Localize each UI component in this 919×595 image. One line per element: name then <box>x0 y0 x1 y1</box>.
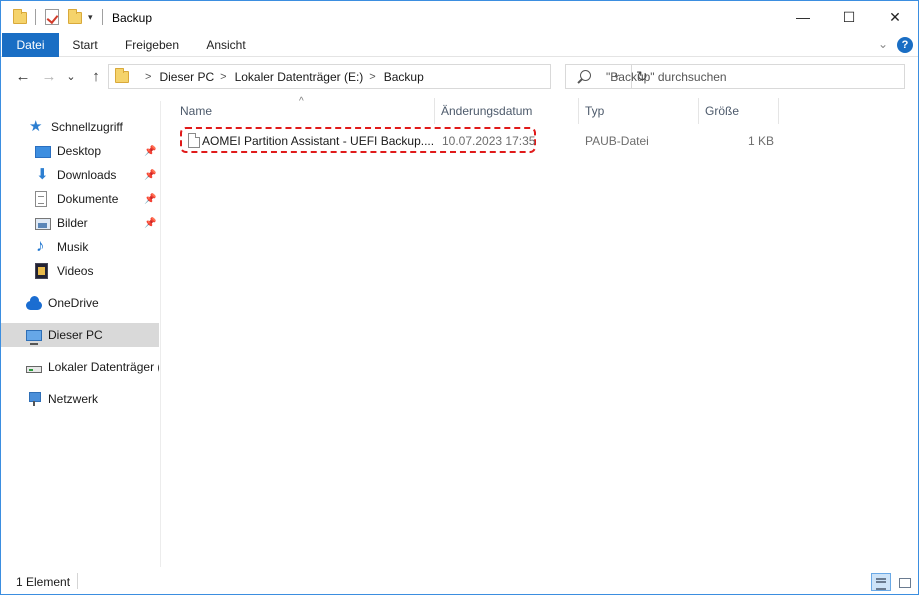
recent-locations-button[interactable]: ⌄ <box>62 65 80 89</box>
tab-start[interactable]: Start <box>63 33 107 57</box>
breadcrumb-backup[interactable]: Backup <box>384 70 424 84</box>
sidebar-item-downloads[interactable]: Downloads 📌 <box>1 163 159 187</box>
sort-ascending-icon: ^ <box>299 96 304 107</box>
column-header-type[interactable]: Typ <box>585 104 604 122</box>
folder-icon <box>115 67 129 83</box>
sidebar-item-label: Dokumente <box>57 192 119 206</box>
star-icon <box>29 117 45 135</box>
pin-icon: 📌 <box>144 145 157 157</box>
sidebar-item-label: Downloads <box>57 168 117 182</box>
pin-icon: 📌 <box>144 193 157 205</box>
cloud-icon <box>26 295 42 310</box>
sidebar-item-bilder[interactable]: Bilder 📌 <box>1 211 159 235</box>
sidebar-item-dieser-pc[interactable]: Dieser PC <box>1 323 159 347</box>
pictures-icon <box>35 217 51 230</box>
pin-icon: 📌 <box>144 217 157 229</box>
sidebar-item-onedrive[interactable]: OneDrive <box>1 291 159 315</box>
column-divider[interactable] <box>698 98 699 124</box>
sidebar-item-videos[interactable]: Videos <box>1 259 159 283</box>
address-bar[interactable]: > Dieser PC > Lokaler Datenträger (E:) >… <box>108 64 648 89</box>
forward-button[interactable]: → <box>40 65 58 89</box>
tab-ansicht[interactable]: Ansicht <box>197 33 255 57</box>
explorer-window: ▾ Backup — ☐ ✕ Datei Start Freigeben Ans… <box>0 0 919 595</box>
chevron-down-icon[interactable]: ⌄ <box>878 37 888 51</box>
breadcrumb-drive[interactable]: Lokaler Datenträger (E:) <box>235 70 364 84</box>
maximize-button[interactable]: ☐ <box>826 1 872 33</box>
document-icon <box>35 191 47 207</box>
chevron-right-icon[interactable]: > <box>369 71 375 83</box>
large-icons-view-icon[interactable] <box>894 573 914 591</box>
column-divider[interactable] <box>778 98 779 124</box>
desktop-icon <box>35 145 51 158</box>
sidebar-item-desktop[interactable]: Desktop 📌 <box>1 139 159 163</box>
search-icon <box>580 70 591 81</box>
video-icon <box>35 263 48 279</box>
chevron-right-icon[interactable]: > <box>220 71 226 83</box>
file-size: 1 KB <box>748 134 775 148</box>
column-header-name[interactable]: Name <box>180 104 212 122</box>
download-icon <box>35 165 51 183</box>
file-date: 10.07.2023 17:35 <box>442 134 536 148</box>
tab-freigeben[interactable]: Freigeben <box>115 33 189 57</box>
sidebar-item-label: Bilder <box>57 216 88 230</box>
sidebar-item-musik[interactable]: Musik <box>1 235 159 259</box>
breadcrumb-dieser-pc[interactable]: Dieser PC <box>159 70 214 84</box>
sidebar-item-label: Musik <box>57 240 89 254</box>
sidebar-item-label: OneDrive <box>48 296 99 310</box>
computer-icon <box>26 330 42 345</box>
toolbar-divider <box>35 9 36 25</box>
pin-icon: 📌 <box>144 169 157 181</box>
column-header-date[interactable]: Änderungsdatum <box>441 104 532 122</box>
help-icon[interactable]: ? <box>897 37 913 53</box>
window-title: Backup <box>112 11 153 25</box>
details-view-icon[interactable] <box>871 573 891 591</box>
music-icon <box>35 236 51 256</box>
network-icon <box>26 391 42 407</box>
tab-datei[interactable]: Datei <box>2 33 59 57</box>
sidebar-item-label: Schnellzugriff <box>51 120 123 134</box>
search-placeholder: "Backup" durchsuchen <box>606 70 727 84</box>
column-header-size[interactable]: Größe <box>705 104 739 122</box>
column-divider[interactable] <box>578 98 579 124</box>
new-folder-icon[interactable] <box>68 9 82 27</box>
sidebar-item-netzwerk[interactable]: Netzwerk <box>1 387 159 411</box>
sidebar-item-label: Dieser PC <box>48 328 103 342</box>
status-bar: 1 Element <box>1 567 918 594</box>
sidebar-item-schnellzugriff[interactable]: Schnellzugriff <box>1 115 159 139</box>
chevron-right-icon[interactable]: > <box>145 71 151 83</box>
drive-icon <box>26 366 42 373</box>
properties-icon[interactable] <box>45 9 59 25</box>
navigation-pane: Schnellzugriff Desktop 📌 Downloads 📌 Dok… <box>1 101 161 567</box>
title-bar: ▾ Backup — ☐ ✕ <box>1 1 918 33</box>
folder-icon <box>13 9 27 27</box>
sidebar-item-label: Videos <box>57 264 94 278</box>
column-divider[interactable] <box>434 98 435 124</box>
file-type: PAUB-Datei <box>585 134 649 148</box>
item-count: 1 Element <box>16 575 71 589</box>
close-button[interactable]: ✕ <box>872 1 918 33</box>
toolbar-divider <box>102 9 103 25</box>
sidebar-item-dokumente[interactable]: Dokumente 📌 <box>1 187 159 211</box>
up-button[interactable]: ↑ <box>87 65 105 89</box>
sidebar-item-label: Lokaler Datenträger ( <box>48 360 159 374</box>
minimize-button[interactable]: — <box>780 1 826 33</box>
status-divider <box>77 573 78 589</box>
search-input[interactable]: "Backup" durchsuchen <box>565 64 905 89</box>
file-name[interactable]: AOMEI Partition Assistant - UEFI Backup.… <box>202 134 434 148</box>
file-icon <box>188 133 200 148</box>
sidebar-item-label: Netzwerk <box>48 392 99 406</box>
customize-quick-access-icon[interactable]: ▾ <box>88 12 93 23</box>
ribbon-tabs: Datei Start Freigeben Ansicht ⌄ <box>1 33 918 57</box>
sidebar-item-label: Desktop <box>57 144 102 158</box>
sidebar-item-lokaler-datentraeger[interactable]: Lokaler Datenträger ( <box>1 355 159 379</box>
file-list: ^ Name Änderungsdatum Typ Größe AOMEI Pa… <box>162 96 918 567</box>
back-button[interactable]: ← <box>14 65 32 89</box>
